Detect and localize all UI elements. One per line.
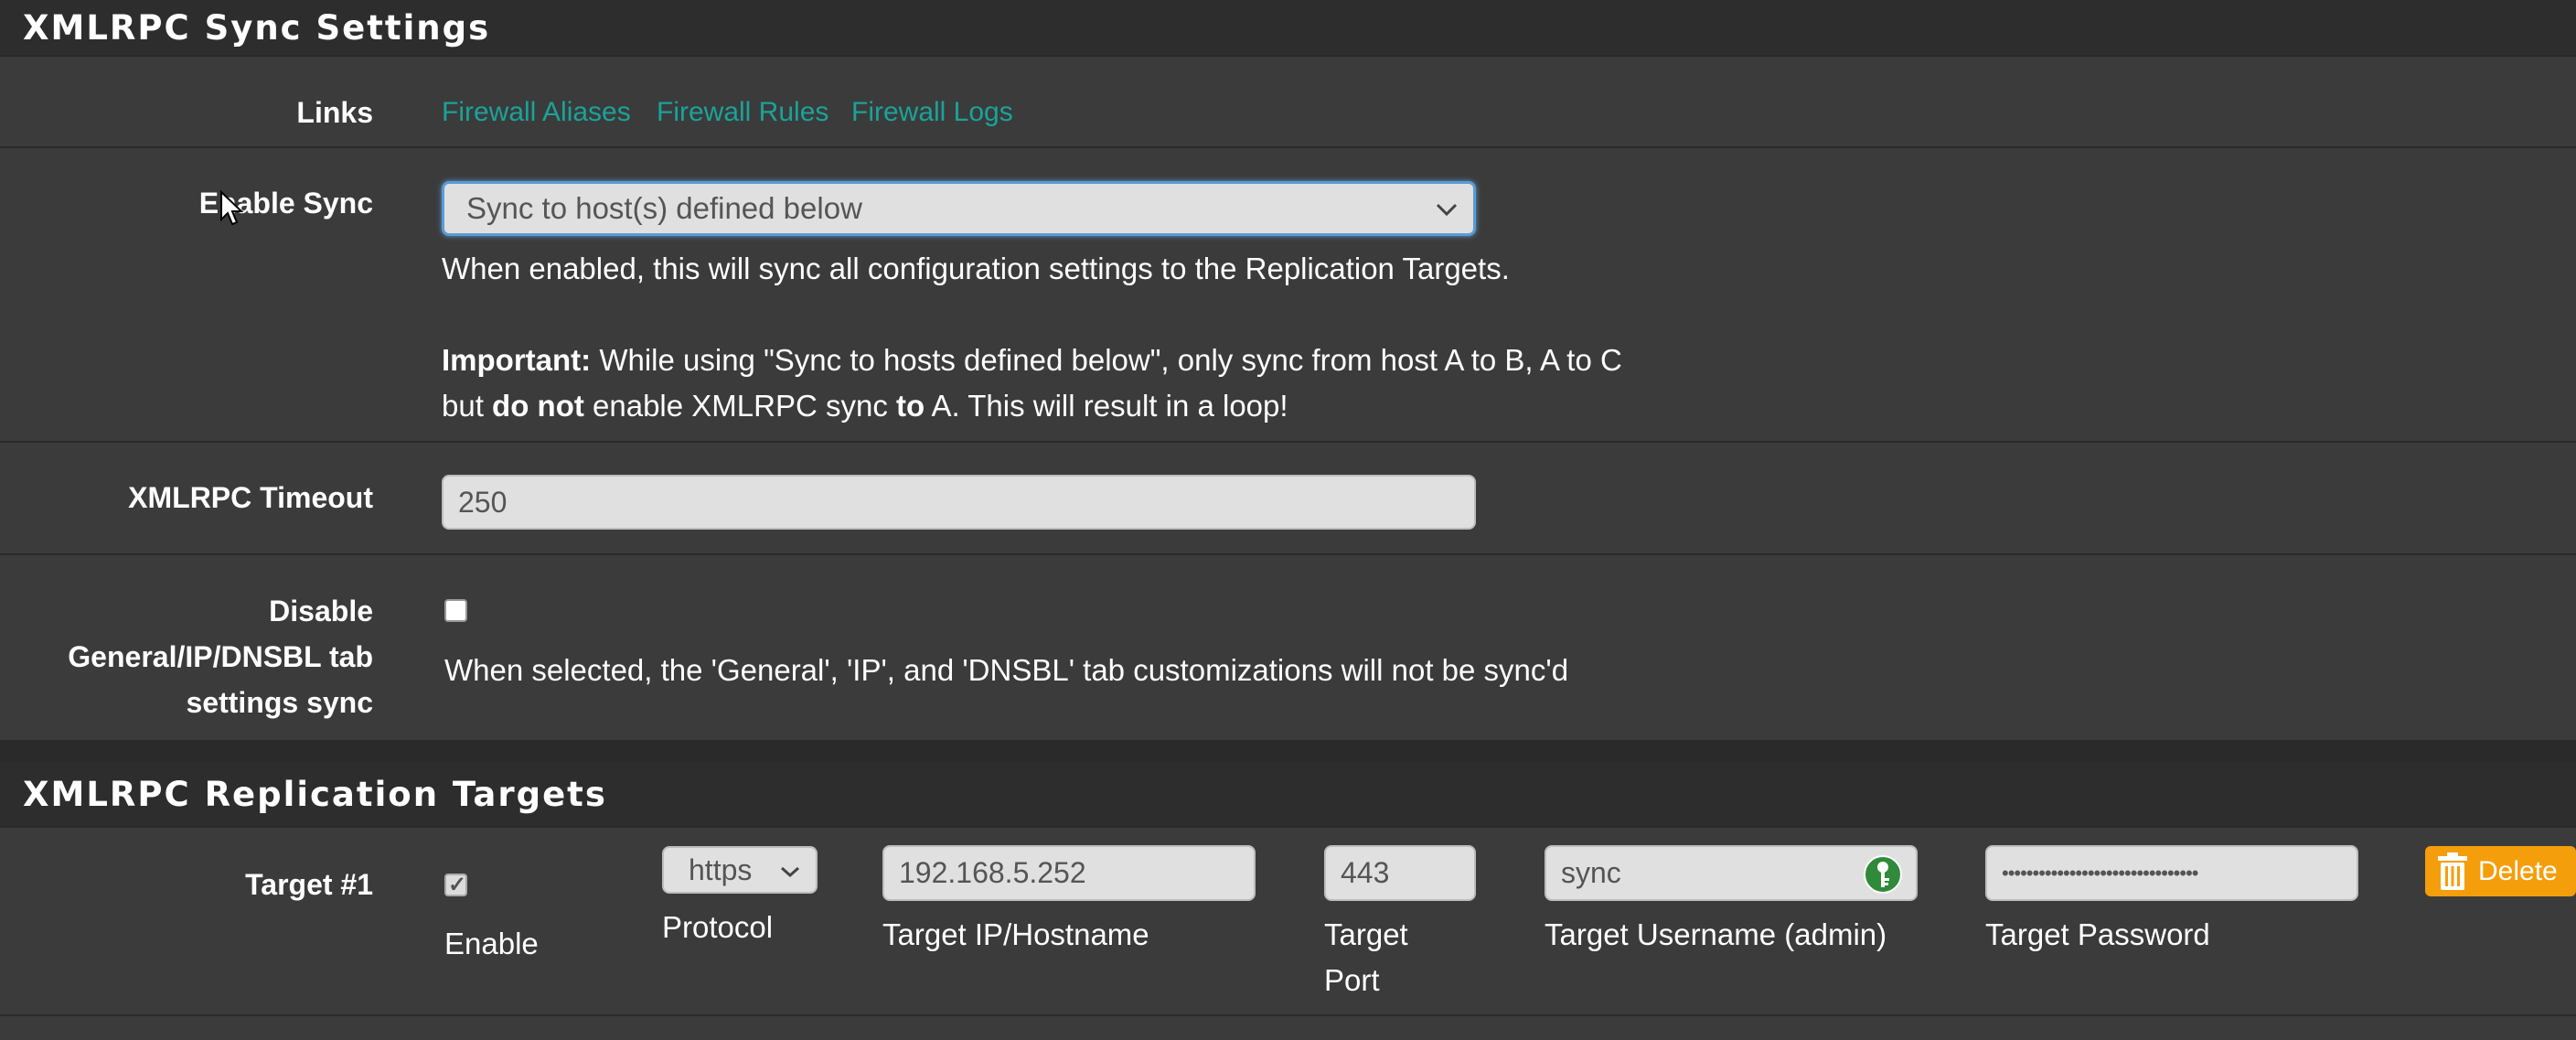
chevron-down-icon (779, 855, 801, 885)
chevron-down-icon (1435, 194, 1459, 223)
trash-icon (2436, 852, 2469, 892)
protocol-select[interactable]: https (662, 846, 818, 894)
target-enable-checkbox[interactable]: ✓ (444, 873, 467, 897)
timeout-label: XMLRPC Timeout (128, 481, 373, 514)
timeout-input[interactable]: 250 (442, 475, 1476, 530)
enable-sync-help: When enabled, this will sync all configu… (442, 252, 1510, 285)
disable-label-line-1: Disable (269, 595, 373, 627)
target-username-label: Target Username (admin) (1545, 917, 1887, 951)
target-port-label-line-2: Port (1324, 963, 1380, 997)
target-username-value: sync (1561, 856, 1621, 889)
target-host-value: 192.168.5.252 (899, 856, 1086, 889)
firewall-logs-link[interactable]: Firewall Logs (851, 97, 1013, 128)
target-port-label-line-1: Target (1324, 917, 1408, 951)
important-text-1: While using "Sync to hosts defined below… (591, 343, 1622, 377)
timeout-value: 250 (458, 485, 508, 519)
replication-targets-title: XMLRPC Replication Targets (23, 774, 607, 814)
sync-settings-header: XMLRPC Sync Settings (0, 0, 2576, 55)
disable-sync-row: Disable General/IP/DNSBL tab settings sy… (0, 553, 2576, 740)
disable-label-line-2: General/IP/DNSBL tab (68, 640, 373, 673)
important-text-2c: A. This will result in a loop! (925, 389, 1288, 423)
panel-gap (0, 740, 2576, 762)
important-note-line-2: but do not enable XMLRPC sync to A. This… (442, 383, 1288, 429)
bottom-divider (0, 1014, 2576, 1040)
delete-label: Delete (2478, 855, 2558, 886)
enable-sync-row: Enable Sync Sync to host(s) defined belo… (0, 146, 2576, 441)
protocol-label: Protocol (662, 910, 774, 944)
important-text-2a: but (442, 389, 493, 423)
timeout-row: XMLRPC Timeout 250 (0, 441, 2576, 553)
mouse-cursor-icon (220, 190, 243, 226)
firewall-aliases-link[interactable]: Firewall Aliases (442, 97, 631, 128)
disable-label-line-3: settings sync (186, 686, 373, 719)
links-row: Links Firewall Aliases Firewall Rules Fi… (0, 55, 2576, 146)
disable-sync-help: When selected, the 'General', 'IP', and … (444, 653, 1569, 687)
target-enable-label: Enable (444, 927, 539, 960)
target-password-value: •••••••••••••••••••••••••••••••• (2002, 861, 2198, 885)
important-label: Important: (442, 343, 592, 377)
target-row: Target #1 ✓ Enable https Protocol 192.16… (0, 826, 2576, 1014)
protocol-value: https (689, 852, 753, 886)
target-password-label: Target Password (1985, 917, 2210, 951)
important-do-not: do not (492, 389, 584, 423)
firewall-rules-link[interactable]: Firewall Rules (657, 97, 828, 128)
replication-targets-header: XMLRPC Replication Targets (0, 762, 2576, 826)
delete-target-button[interactable]: Delete (2425, 846, 2576, 896)
important-to: to (896, 389, 925, 423)
important-text-2b: enable XMLRPC sync (583, 389, 896, 423)
target-port-value: 443 (1341, 856, 1390, 889)
password-manager-key-icon[interactable] (1863, 854, 1903, 902)
enable-sync-value: Sync to host(s) defined below (466, 191, 862, 225)
target-host-label: Target IP/Hostname (882, 917, 1149, 951)
disable-sync-checkbox[interactable] (444, 599, 467, 622)
sync-settings-title: XMLRPC Sync Settings (23, 7, 491, 48)
important-note-line-1: Important: While using "Sync to hosts de… (442, 338, 1622, 383)
target-password-input[interactable]: •••••••••••••••••••••••••••••••• (1985, 845, 2358, 901)
links-label: Links (296, 96, 373, 129)
check-icon: ✓ (448, 873, 467, 897)
target-port-input[interactable]: 443 (1324, 845, 1476, 901)
target-username-input[interactable]: sync (1545, 845, 1918, 901)
target-host-input[interactable]: 192.168.5.252 (882, 845, 1256, 901)
target-label: Target #1 (245, 868, 373, 901)
enable-sync-select[interactable]: Sync to host(s) defined below (442, 181, 1476, 236)
